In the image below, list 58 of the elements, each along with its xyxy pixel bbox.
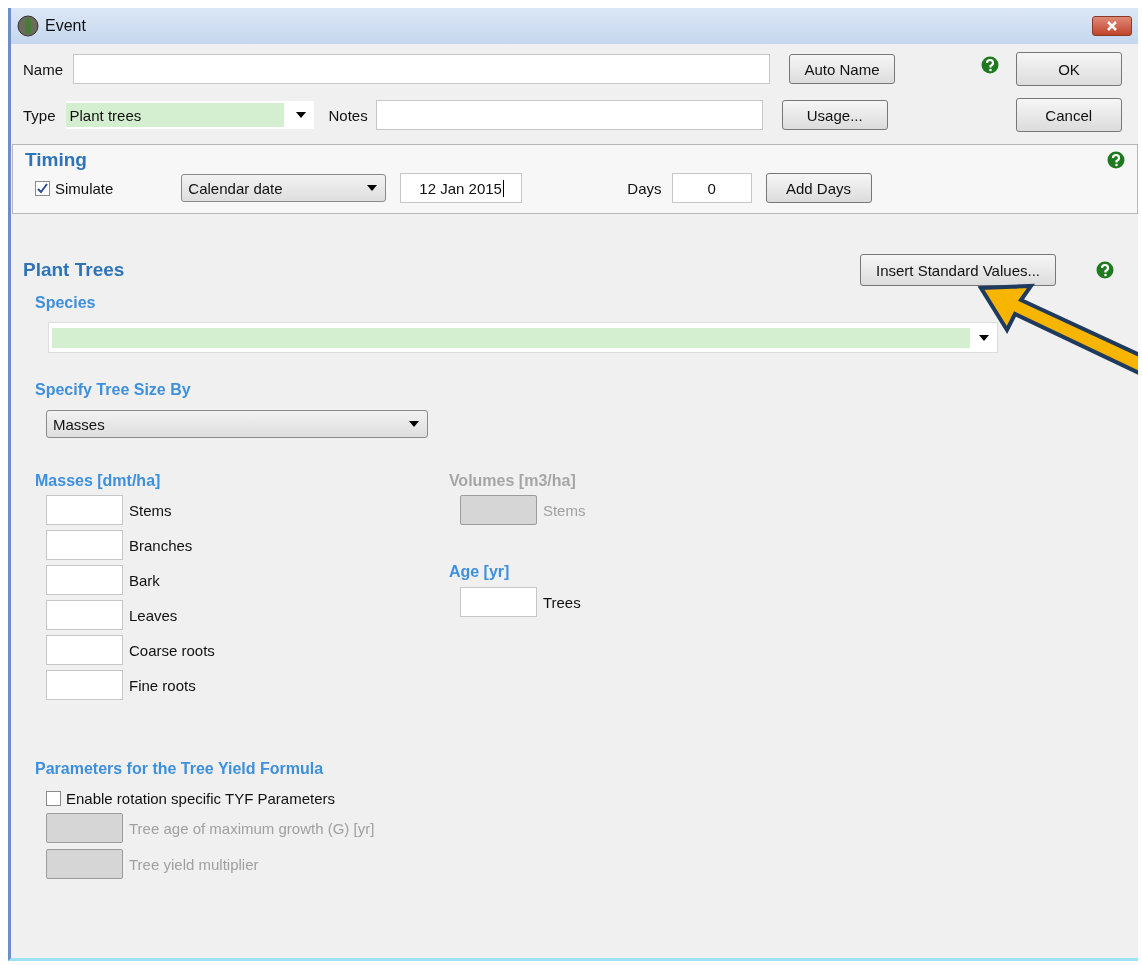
field-label: Tree age of maximum growth (G) [yr]: [129, 819, 375, 837]
tree-size-dropdown[interactable]: Masses: [46, 410, 428, 438]
app-icon: [17, 15, 39, 37]
window-title: Event: [45, 17, 86, 35]
simulate-checkbox[interactable]: Simulate: [35, 179, 114, 197]
help-icon[interactable]: [1107, 151, 1125, 169]
auto-name-button[interactable]: Auto Name: [789, 54, 895, 84]
name-label: Name: [23, 60, 63, 78]
help-icon[interactable]: [1096, 261, 1114, 279]
add-days-button[interactable]: Add Days: [765, 173, 872, 203]
ok-button[interactable]: OK: [1016, 52, 1122, 86]
caret-icon: [295, 112, 306, 118]
value-field[interactable]: [459, 495, 537, 525]
group-title: Age [yr]: [448, 563, 511, 581]
value-field[interactable]: [459, 587, 537, 617]
tree-size-label: Specify Tree Size By: [35, 381, 192, 399]
caret-icon: [367, 185, 378, 191]
type-label: Type: [23, 106, 56, 124]
value-field[interactable]: [46, 495, 123, 525]
field-label: Trees: [542, 593, 581, 611]
section-title: Timing: [25, 149, 87, 171]
group-title: Masses [dmt/ha]: [35, 472, 162, 490]
species-dropdown[interactable]: [48, 322, 998, 353]
date-mode-dropdown[interactable]: Calendar date: [181, 174, 387, 202]
name-field[interactable]: [73, 54, 770, 84]
notes-field[interactable]: [375, 100, 763, 130]
field-label: Bark: [129, 571, 160, 589]
species-label: Species: [35, 294, 97, 312]
field-label: Stems: [542, 501, 586, 519]
help-icon[interactable]: [981, 56, 999, 74]
insert-standard-values-button[interactable]: Insert Standard Values...: [860, 254, 1056, 286]
usage-button[interactable]: Usage...: [781, 100, 888, 130]
field-label: Coarse roots: [129, 641, 215, 659]
tyf-section-title: Parameters for the Tree Yield Formula: [35, 760, 325, 778]
field-label: Fine roots: [129, 676, 196, 694]
enable-tyf-checkbox[interactable]: Enable rotation specific TYF Parameters: [46, 790, 1114, 807]
close-icon: [1106, 21, 1118, 31]
check-icon: [37, 182, 48, 194]
cancel-button[interactable]: Cancel: [1015, 98, 1122, 132]
days-label: Days: [627, 179, 662, 197]
value-field[interactable]: [46, 565, 123, 595]
notes-label: Notes: [328, 106, 368, 124]
value-field[interactable]: [46, 670, 123, 700]
field-label: Tree yield multiplier: [129, 855, 259, 873]
value-field[interactable]: [46, 600, 123, 630]
days-field[interactable]: 0: [671, 173, 752, 203]
type-dropdown[interactable]: Plant trees: [65, 101, 314, 129]
field-label: Branches: [129, 536, 193, 554]
caret-icon: [409, 421, 419, 427]
date-field[interactable]: 12 Jan 2015: [400, 173, 523, 203]
value-field[interactable]: [46, 635, 123, 665]
group-title: Volumes [m3/ha]: [448, 472, 577, 490]
field-label: Leaves: [129, 606, 178, 624]
close-button[interactable]: [1092, 16, 1132, 36]
section-title: Plant Trees: [23, 259, 125, 281]
field-label: Stems: [129, 501, 172, 519]
caret-icon: [979, 334, 989, 341]
value-field[interactable]: [46, 530, 123, 560]
